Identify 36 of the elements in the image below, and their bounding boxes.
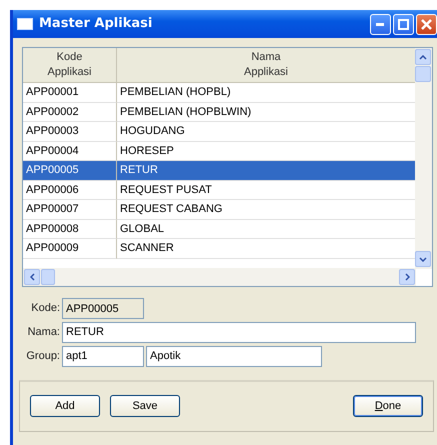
kode-label: Kode: bbox=[30, 301, 60, 316]
table-cell[interactable]: APP00008 bbox=[23, 220, 117, 239]
table-cell[interactable]: APP00001 bbox=[23, 83, 117, 102]
table-cell[interactable]: APP00002 bbox=[23, 102, 117, 122]
scroll-right-icon[interactable] bbox=[399, 269, 415, 285]
table-cell[interactable]: APP00007 bbox=[23, 200, 117, 220]
group-name-field[interactable]: Apotik bbox=[146, 346, 322, 366]
nama-field[interactable]: RETUR bbox=[62, 322, 416, 343]
scroll-thumb[interactable] bbox=[415, 66, 431, 82]
close-icon[interactable] bbox=[421, 18, 432, 30]
column-header[interactable]: Kode Applikasi bbox=[23, 48, 117, 83]
scroll-left-icon[interactable] bbox=[24, 269, 40, 285]
scroll-up-icon[interactable] bbox=[415, 49, 431, 65]
window-title: Master Aplikasi bbox=[39, 15, 154, 34]
horizontal-scrollbar[interactable] bbox=[23, 268, 416, 286]
table-cell[interactable]: APP00006 bbox=[23, 180, 117, 200]
action-button[interactable]: Add bbox=[30, 395, 100, 417]
scroll-thumb[interactable] bbox=[41, 269, 55, 285]
group-code-field[interactable]: apt1 bbox=[62, 346, 144, 366]
vertical-scrollbar[interactable] bbox=[415, 48, 432, 269]
close-button[interactable] bbox=[416, 14, 437, 34]
scroll-down-icon[interactable] bbox=[415, 251, 431, 267]
table-cell[interactable]: APP00003 bbox=[23, 122, 117, 142]
table-cell[interactable]: RETUR bbox=[117, 161, 416, 180]
maximize-button[interactable] bbox=[393, 14, 414, 34]
column-header[interactable]: Nama Applikasi bbox=[117, 48, 416, 83]
action-button[interactable]: Save bbox=[110, 395, 180, 417]
minimize-icon[interactable] bbox=[376, 22, 385, 26]
maximize-icon[interactable] bbox=[398, 18, 409, 30]
table-cell[interactable]: APP00009 bbox=[23, 239, 117, 258]
minimize-button[interactable] bbox=[370, 14, 391, 34]
nama-label: Nama: bbox=[26, 325, 60, 340]
window-icon bbox=[17, 18, 33, 30]
done-button[interactable]: Done bbox=[353, 395, 423, 417]
group-label: Group: bbox=[25, 348, 60, 364]
table-cell[interactable]: APP00005 bbox=[23, 161, 117, 180]
